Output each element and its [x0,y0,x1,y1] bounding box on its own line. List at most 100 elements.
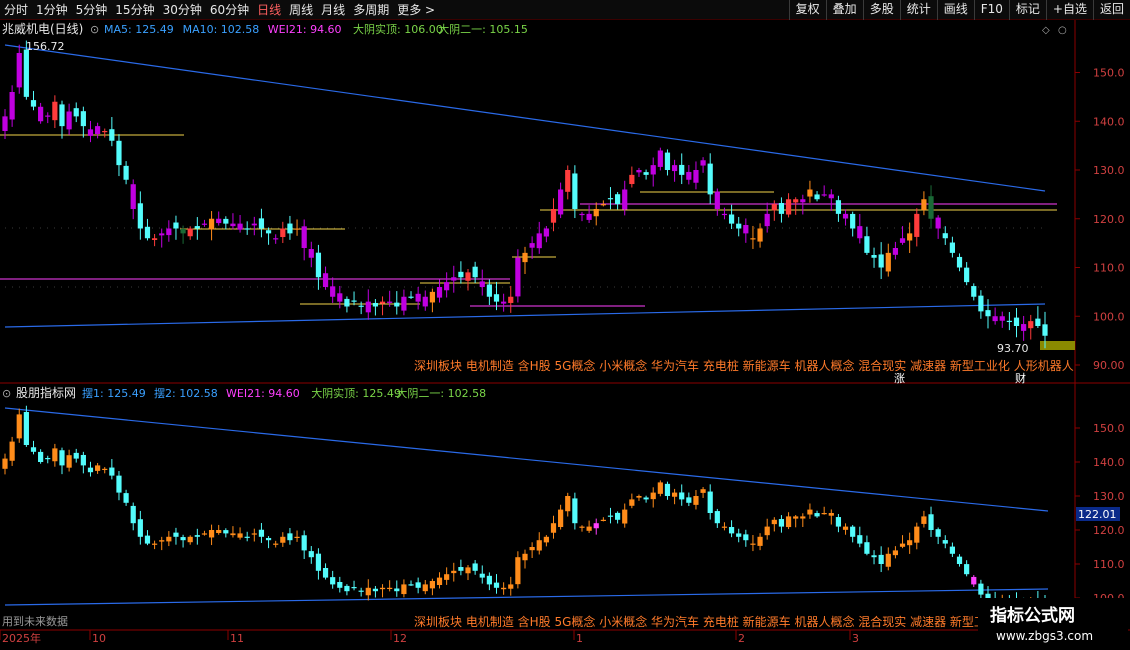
sub-candle-132 [942,540,948,544]
period-tab-4[interactable]: 30分钟 [159,0,206,20]
toolbar-button-7[interactable]: +自选 [1045,0,1093,20]
sub-ytick-1: 140.0 [1093,456,1125,469]
main-indicator-labels: MA5: 125.49 MA10: 102.58 WEI21: 94.60 大阴实顶:… [104,22,528,36]
main-candle-106 [757,228,763,242]
sub-candle-55 [394,588,400,592]
sub-candle-74 [529,547,535,551]
main-circle-icon[interactable]: ○ [1058,25,1067,36]
main-candle-83 [593,209,599,217]
sub-candle-13 [95,465,101,471]
sub-candle-15 [109,467,115,476]
sub-candle-116 [828,513,834,516]
toolbar-button-8[interactable]: 返回 [1092,0,1130,20]
toolbar-button-3[interactable]: 统计 [899,0,937,20]
main-candle-120 [857,226,863,239]
sub-candle-125 [892,550,899,556]
toolbar-button-4[interactable]: 画线 [936,0,974,20]
sub-candle-49 [351,587,357,589]
main-ytick-3: 120.0 [1093,213,1125,226]
toolbar-button-6[interactable]: 标记 [1008,0,1046,20]
sub-candle-123 [878,554,884,564]
sub-candle-65 [465,567,471,574]
period-tab-2[interactable]: 5分钟 [72,0,112,20]
sub-candle-81 [579,526,585,528]
badge-cai: 财 [1015,371,1026,385]
period-tab-1[interactable]: 1分钟 [32,0,72,20]
main-candle-18 [130,184,136,209]
main-candle-91 [650,165,656,175]
sub-candle-124 [885,553,891,567]
main-candle-8 [59,104,65,127]
period-tab-6[interactable]: 日线 [253,0,285,20]
main-ind-item-4: 大阴二一: 105.15 [438,22,528,36]
main-candle-16 [116,140,122,166]
sub-settings-icon[interactable]: ⊙ [2,387,11,400]
sub-candle-98 [700,489,706,493]
main-candle-31 [223,218,229,224]
main-ind-item-1: MA10: 102.58 [183,23,260,36]
sub-candle-47 [337,581,343,588]
period-tab-5[interactable]: 60分钟 [206,0,253,20]
sub-candle-88 [629,499,635,506]
main-candle-146 [1042,324,1048,336]
sub-candle-135 [964,564,970,575]
main-candle-136 [971,286,977,297]
main-candle-20 [144,226,151,239]
main-candle-67 [479,281,485,287]
sub-candle-122 [871,555,877,558]
main-candle-64 [458,271,464,278]
main-candle-128 [914,213,920,237]
main-candle-103 [736,223,742,229]
period-tab-0[interactable]: 分时 [0,0,32,20]
main-candle-55 [394,302,400,307]
main-settings-icon[interactable]: ⊙ [90,23,99,36]
sub-candle-77 [550,523,557,533]
main-candle-81 [579,213,585,216]
period-tab-8[interactable]: 月线 [317,0,349,20]
main-candle-48 [344,298,350,307]
toolbar-button-5[interactable]: F10 [973,0,1009,20]
chart-area[interactable]: 兆威机电(日线) ⊙ MA5: 125.49 MA10: 102.58 WEI21:… [0,20,1130,650]
main-diamond-icon[interactable]: ◇ [1042,25,1050,36]
watermark: 指标公式网 www.zbgs3.com [978,598,1128,648]
main-candle-52 [372,302,379,307]
main-candle-29 [208,218,215,230]
main-candle-33 [237,223,243,230]
toolbar-button-1[interactable]: 叠加 [825,0,863,20]
main-candle-23 [166,228,172,236]
sub-candle-33 [237,533,243,538]
toolbar-button-2[interactable]: 多股 [862,0,900,20]
main-candle-143 [1021,324,1027,331]
sub-candle-70 [501,587,507,590]
tool-buttons: 复权 叠加 多股 统计 画线 F10 标记 +自选 返回 [788,0,1130,20]
sub-candle-59 [422,584,428,592]
main-candle-124 [885,252,891,272]
sub-candle-82 [586,526,592,531]
period-tab-3[interactable]: 15分钟 [111,0,158,20]
main-candle-74 [529,243,535,248]
main-candle-4 [30,100,37,107]
main-candle-82 [586,213,592,220]
main-candle-22 [159,233,165,236]
toolbar-button-0[interactable]: 复权 [788,0,826,20]
xtick-label-0: 2025年 [2,631,41,645]
kline-chart-svg[interactable]: 兆威机电(日线) ⊙ MA5: 125.49 MA10: 102.58 WEI21:… [0,20,1130,650]
period-tab-7[interactable]: 周线 [285,0,317,20]
main-candle-86 [615,194,621,205]
main-candle-13 [95,126,101,135]
sub-candle-104 [743,534,749,541]
main-candle-79 [565,170,571,192]
main-candle-95 [679,164,685,175]
sub-candle-2 [16,414,22,439]
main-candle-89 [636,170,642,173]
period-tab-9[interactable]: 多周期 [349,0,393,20]
main-candle-25 [180,228,186,234]
period-tab-10[interactable]: 更多 > [393,0,439,20]
sub-candle-86 [615,512,621,520]
sub-candle-32 [230,533,236,536]
main-candle-32 [230,223,236,227]
main-candle-132 [942,233,948,239]
sub-candle-21 [151,543,158,545]
sub-candle-95 [679,492,685,500]
sub-candle-76 [543,536,549,543]
